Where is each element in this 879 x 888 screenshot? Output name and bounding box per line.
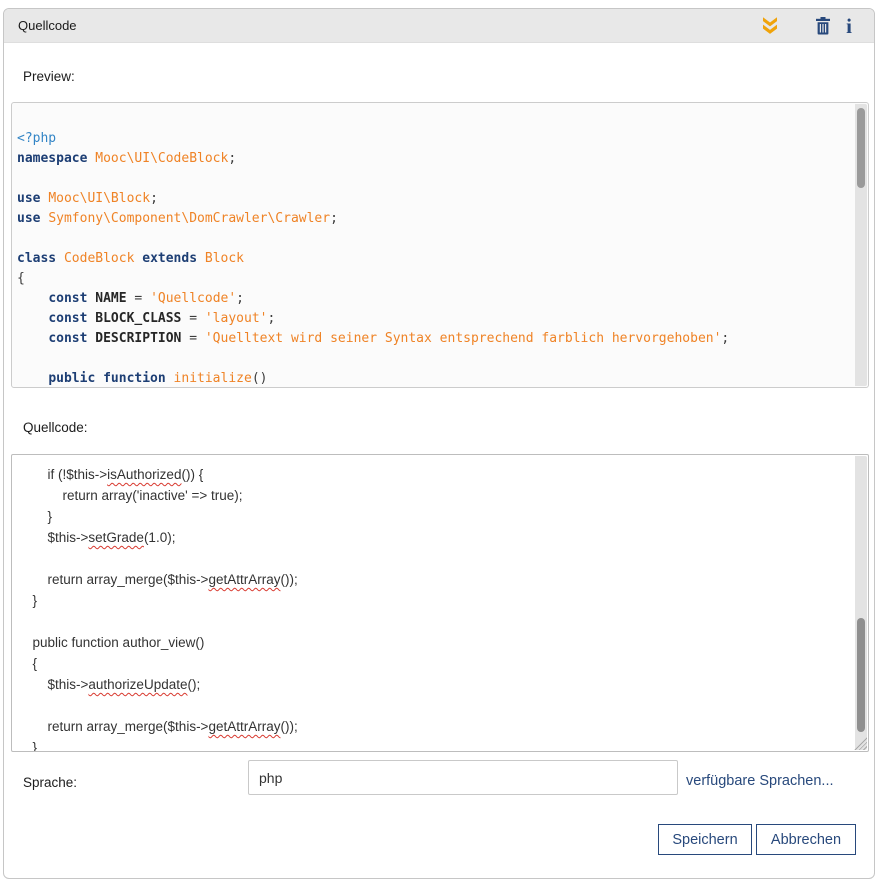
header-actions: i: [759, 15, 852, 36]
quellcode-label: Quellcode:: [23, 420, 88, 435]
available-languages-link[interactable]: verfügbare Sprachen...: [686, 773, 834, 789]
info-icon[interactable]: i: [846, 17, 852, 35]
quellcode-textarea[interactable]: if (!$this->isAuthorized()) { return arr…: [11, 454, 869, 752]
dialog-header: Quellcode i: [4, 9, 874, 43]
preview-scrollbar-thumb[interactable]: [857, 108, 865, 188]
save-button[interactable]: Speichern: [658, 824, 752, 855]
quellcode-text: if (!$this->isAuthorized()) { return arr…: [12, 455, 868, 752]
code-preview-pane[interactable]: <?phpnamespace Mooc\UI\CodeBlock; use Mo…: [11, 102, 869, 388]
cancel-button[interactable]: Abbrechen: [756, 824, 856, 855]
editor-scrollbar-thumb[interactable]: [857, 618, 865, 733]
dialog-title: Quellcode: [18, 18, 77, 33]
trash-icon[interactable]: [815, 17, 831, 35]
double-chevron-down-icon[interactable]: [759, 15, 781, 36]
sprache-input[interactable]: [248, 760, 678, 795]
editor-scrollbar[interactable]: [855, 456, 867, 750]
quellcode-block-dialog: Quellcode i Preview:: [3, 8, 875, 879]
sprache-label: Sprache:: [23, 775, 77, 790]
preview-code: <?phpnamespace Mooc\UI\CodeBlock; use Mo…: [12, 103, 868, 388]
preview-scrollbar[interactable]: [855, 104, 867, 386]
preview-label: Preview:: [23, 69, 75, 84]
